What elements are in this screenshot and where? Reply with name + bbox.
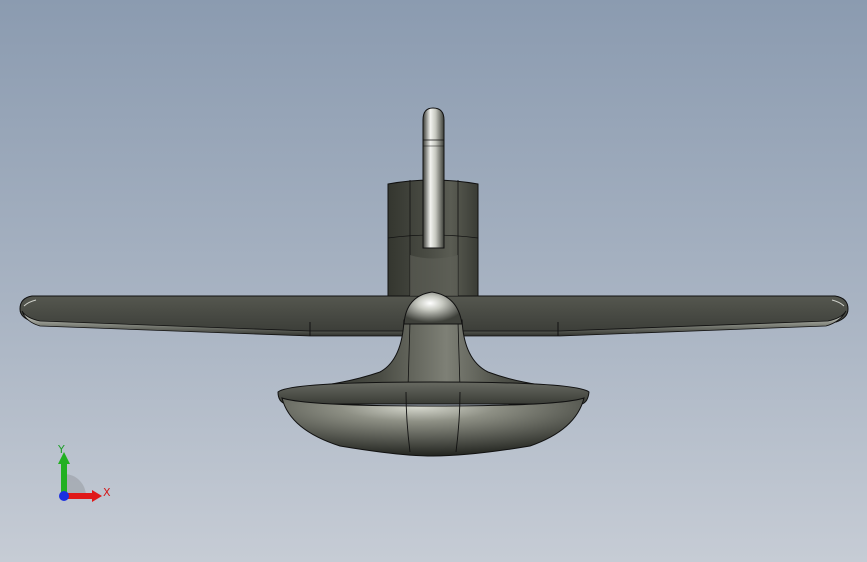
- y-axis-arrow: [61, 462, 67, 496]
- y-axis-label: Y: [58, 443, 65, 456]
- 3d-model-view[interactable]: [0, 0, 867, 562]
- x-axis-label: X: [103, 486, 111, 499]
- float-bowl[interactable]: [277, 381, 590, 457]
- z-axis-dot: [59, 491, 69, 501]
- graphics-viewport[interactable]: Y X: [0, 0, 867, 562]
- triad-axes: [58, 452, 102, 502]
- x-axis-arrowhead: [92, 490, 102, 502]
- mast-tube[interactable]: [422, 107, 445, 249]
- coordinate-triad: Y X: [40, 438, 120, 510]
